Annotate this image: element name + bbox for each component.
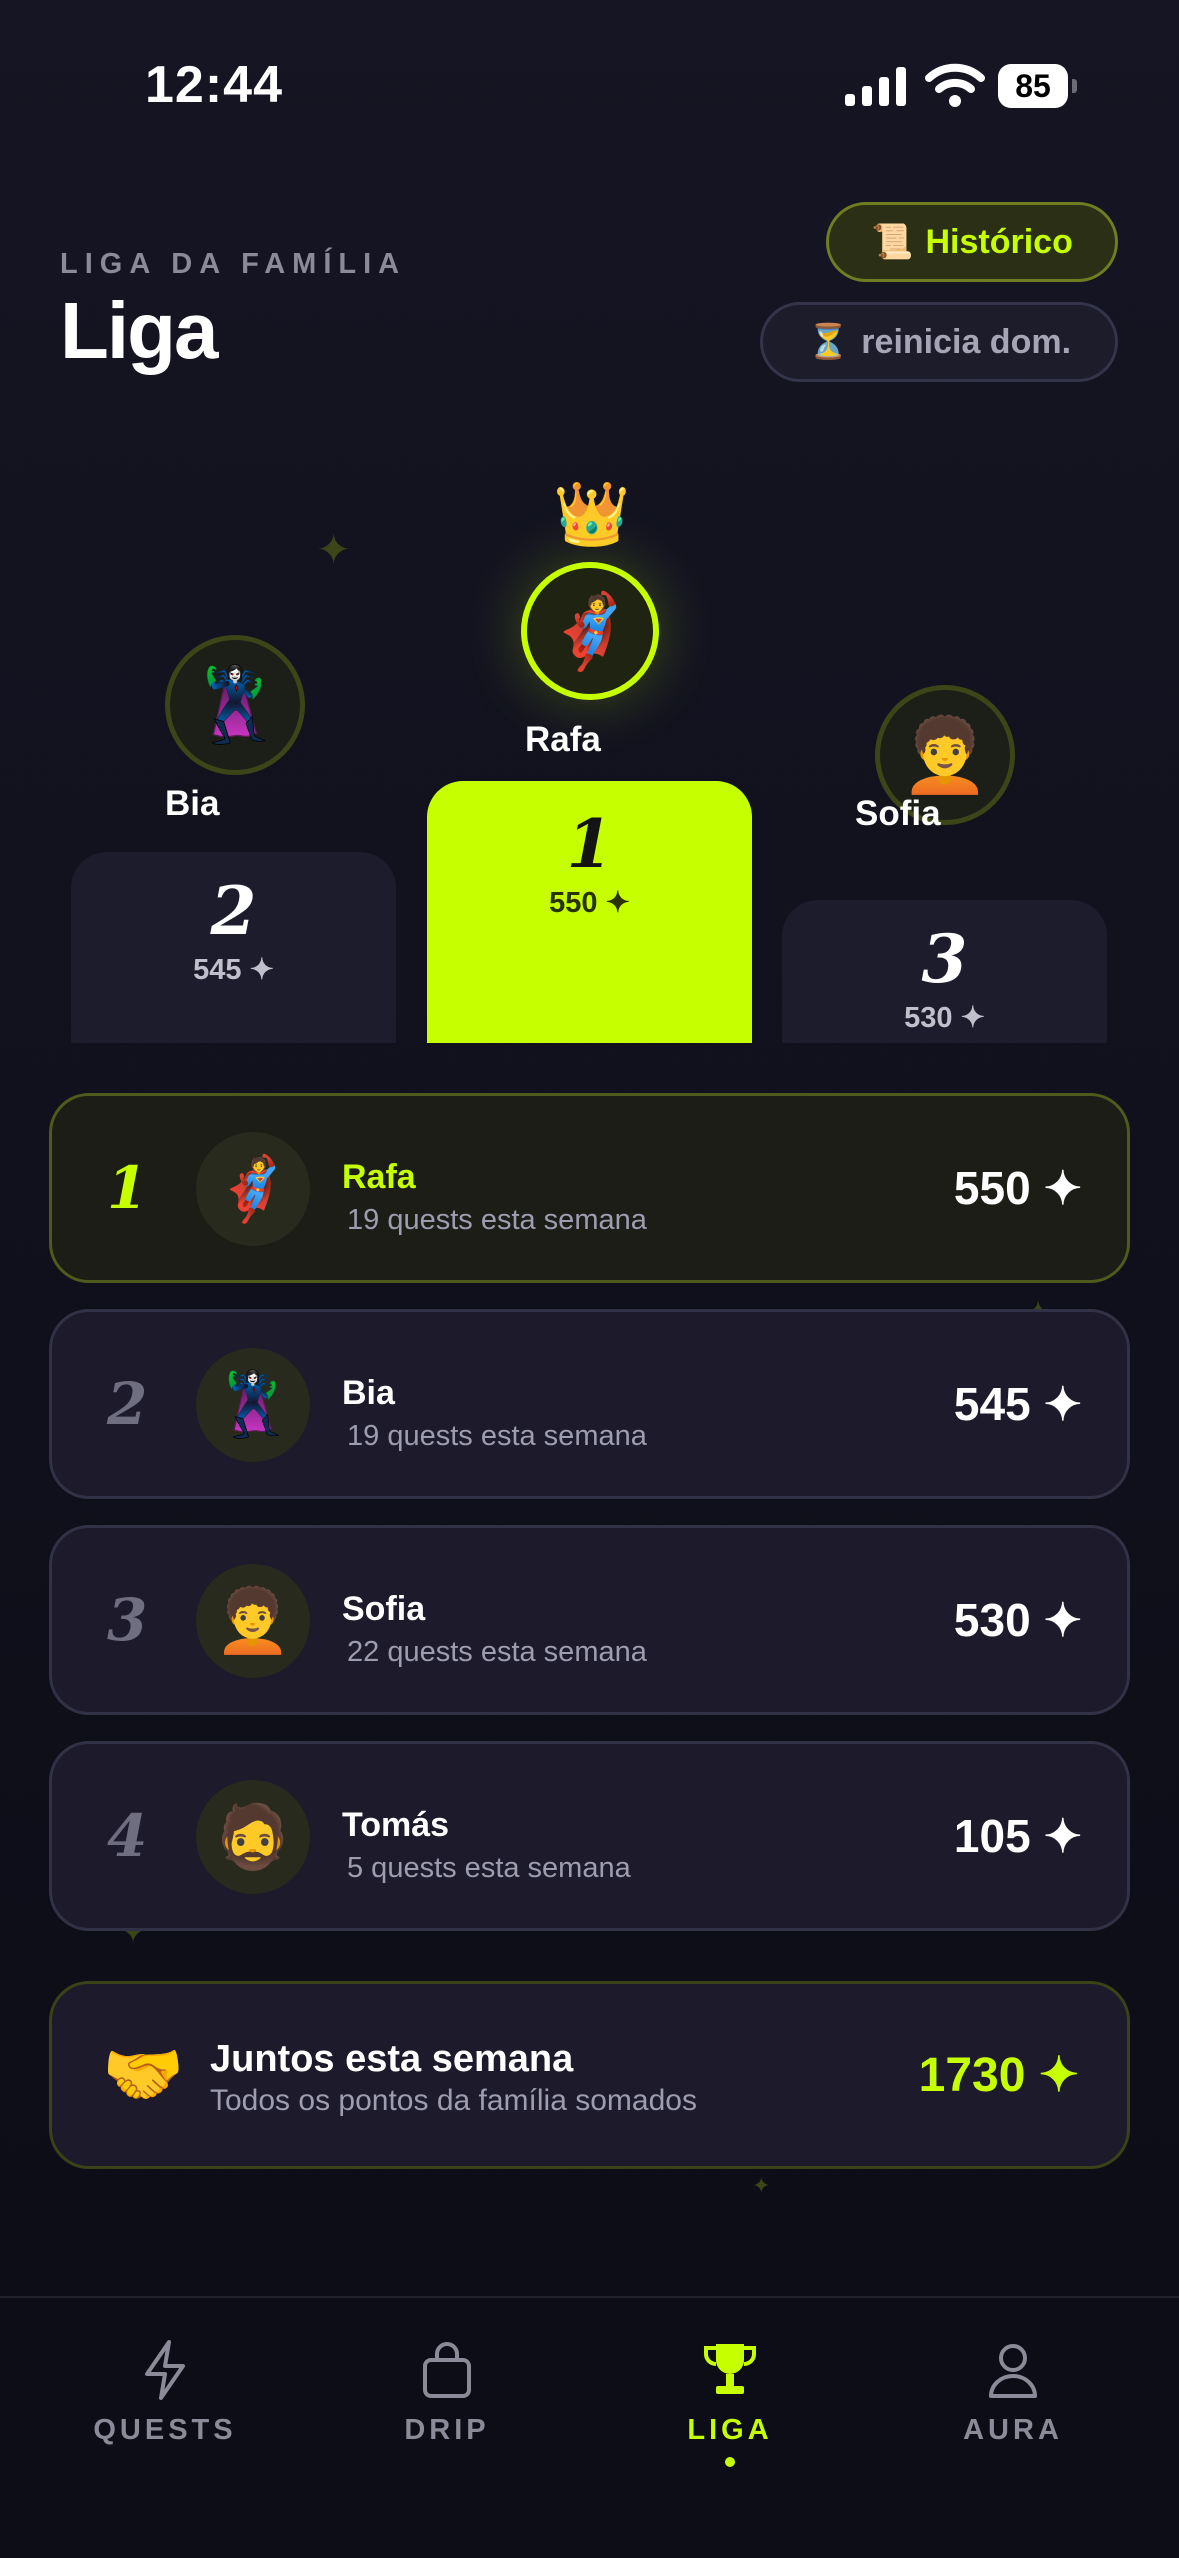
row-points: 105 ✦ <box>953 1810 1082 1862</box>
row-points: 530 ✦ <box>953 1594 1082 1646</box>
tab-drip[interactable]: DRIP <box>327 2338 567 2447</box>
podium-first-block: 1 550 ✦ <box>427 781 752 1043</box>
tab-label: LIGA <box>687 2414 773 2446</box>
podium-first-points: 550 ✦ <box>549 887 630 919</box>
cellular-signal-icon <box>845 67 906 106</box>
scroll-icon: 📜 <box>871 223 914 261</box>
podium-third-points: 530 ✦ <box>904 1002 985 1034</box>
row-name: Bia <box>342 1374 395 1412</box>
lightning-icon <box>145 2340 185 2400</box>
wifi-icon <box>925 63 985 107</box>
podium-first-rank: 1 <box>566 805 613 883</box>
avatar: 🧑‍🦱 <box>196 1564 310 1678</box>
total-card-subtitle: Todos os pontos da família somados <box>210 2084 697 2117</box>
history-button[interactable]: 📜 Histórico <box>826 202 1118 282</box>
tab-quests[interactable]: QUESTS <box>45 2338 285 2447</box>
podium-first-avatar: 🦸 <box>521 562 659 700</box>
row-subtitle: 5 quests esta semana <box>347 1852 631 1884</box>
reset-pill-label: reinicia dom. <box>861 322 1072 361</box>
row-subtitle: 19 quests esta semana <box>347 1204 647 1236</box>
page-title: Liga <box>60 286 218 375</box>
tab-bar: QUESTS DRIP LIGA AURA <box>0 2296 1179 2558</box>
battery-icon: 85 <box>998 64 1078 108</box>
battery-level: 85 <box>998 64 1068 108</box>
podium-third-rank: 3 <box>921 920 968 998</box>
row-subtitle: 19 quests esta semana <box>347 1420 647 1452</box>
league-kicker: LIGA DA FAMÍLIA <box>60 248 407 280</box>
leaderboard-row[interactable]: 4 🧔 Tomás 5 quests esta semana 105 ✦ <box>49 1741 1130 1931</box>
leaderboard-row[interactable]: 3 🧑‍🦱 Sofia 22 quests esta semana 530 ✦ <box>49 1525 1130 1715</box>
row-points: 550 ✦ <box>953 1162 1082 1214</box>
podium-second-name: Bia <box>165 784 220 823</box>
handshake-icon: 🤝 <box>102 2037 185 2111</box>
history-button-label: Histórico <box>925 222 1073 261</box>
person-icon <box>989 2344 1037 2398</box>
row-rank: 2 <box>107 1370 148 1438</box>
tab-liga[interactable]: LIGA <box>610 2338 850 2467</box>
podium-second-points: 545 ✦ <box>193 954 274 986</box>
avatar: 🧔 <box>196 1780 310 1894</box>
reset-pill: ⏳ reinicia dom. <box>760 302 1118 382</box>
row-points: 545 ✦ <box>953 1378 1082 1430</box>
tab-aura[interactable]: AURA <box>893 2338 1133 2447</box>
status-time: 12:44 <box>145 56 283 114</box>
row-rank: 3 <box>107 1586 148 1654</box>
total-card-points: 1730 ✦ <box>918 2049 1079 2102</box>
crown-icon: 👑 <box>553 480 631 549</box>
tab-label: AURA <box>963 2414 1063 2446</box>
family-total-card: 🤝 Juntos esta semana Todos os pontos da … <box>49 1981 1130 2169</box>
podium-third-name: Sofia <box>855 794 941 833</box>
leaderboard-row[interactable]: 1 🦸 Rafa 19 quests esta semana 550 ✦ <box>49 1093 1130 1283</box>
row-rank: 4 <box>107 1802 148 1870</box>
avatar: 🦸 <box>196 1132 310 1246</box>
podium-first-name: Rafa <box>525 720 601 759</box>
trophy-icon <box>704 2344 756 2394</box>
podium-second-block: 2 545 ✦ <box>71 852 396 1043</box>
hourglass-icon: ⏳ <box>806 323 850 361</box>
leaderboard-row[interactable]: 2 🦹‍♀️ Bia 19 quests esta semana 545 ✦ <box>49 1309 1130 1499</box>
sparkle-icon: ✦ <box>752 2173 771 2198</box>
row-subtitle: 22 quests esta semana <box>347 1636 647 1668</box>
avatar: 🦹‍♀️ <box>196 1348 310 1462</box>
row-rank: 1 <box>107 1154 148 1222</box>
total-card-title: Juntos esta semana <box>210 2038 574 2080</box>
sparkle-icon: ✦ <box>316 526 352 573</box>
tab-label: QUESTS <box>93 2414 237 2446</box>
podium-third-block: 3 530 ✦ <box>782 900 1107 1043</box>
row-name: Rafa <box>342 1158 416 1196</box>
active-tab-indicator <box>725 2457 735 2467</box>
podium-second-rank: 2 <box>210 872 257 950</box>
row-name: Sofia <box>342 1590 426 1628</box>
tab-label: DRIP <box>404 2414 490 2446</box>
podium-second-avatar: 🦹‍♀️ <box>165 635 305 775</box>
row-name: Tomás <box>342 1806 450 1844</box>
shopping-bag-icon <box>423 2342 471 2398</box>
